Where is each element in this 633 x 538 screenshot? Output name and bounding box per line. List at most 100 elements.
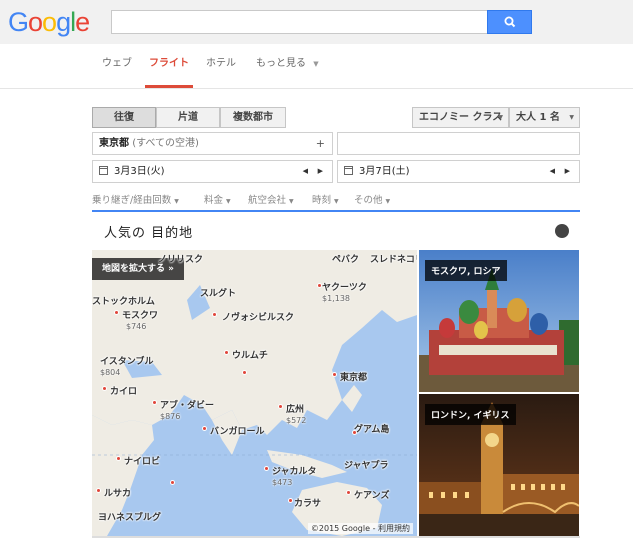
search-input[interactable] [111, 10, 488, 34]
filter-price[interactable]: 料金 ▼ [204, 192, 231, 206]
cabin-label: エコノミー クラス [419, 112, 503, 123]
caret-down-icon: ▼ [334, 198, 339, 205]
map-marker[interactable] [352, 430, 357, 435]
return-date-field[interactable]: 3月7日(土) ◀ ▶ [337, 160, 580, 183]
caret-down-icon: ▼ [226, 198, 231, 205]
trip-multicity[interactable]: 複数都市 [220, 107, 286, 128]
filter-price-label: 料金 [204, 195, 224, 206]
destination-label-moscow: モスクワ, ロシア [425, 260, 507, 281]
loading-indicator-icon [555, 224, 569, 238]
map-label[interactable]: ノリリスク [158, 252, 203, 265]
nav-hotels[interactable]: ホテル [206, 44, 236, 88]
map-label[interactable]: ジャヤプラ [344, 458, 389, 471]
popular-destinations-title: 人気の 目的地 [104, 226, 194, 241]
passenger-label: 大人 1 名 [516, 112, 560, 123]
map-label[interactable]: 広州 [286, 402, 304, 415]
nav-web[interactable]: ウェブ [102, 44, 132, 88]
caret-down-icon: ▼ [569, 114, 574, 121]
destination-card-moscow[interactable]: モスクワ, ロシア [419, 250, 579, 392]
destination-field[interactable] [337, 132, 580, 155]
caret-down-icon: ▼ [385, 198, 391, 205]
depart-date: 3月3日(火) [114, 166, 165, 177]
filter-time[interactable]: 時刻 ▼ [312, 192, 339, 206]
map-marker[interactable] [96, 488, 101, 493]
top-bar: Google [0, 0, 633, 44]
destination-card-london[interactable]: ロンドン, イギリス [419, 394, 579, 536]
map-marker[interactable] [102, 386, 107, 391]
map-price: $804 [100, 368, 121, 377]
passenger-select[interactable]: 大人 1 名 ▼ [509, 107, 580, 128]
map-marker[interactable] [116, 456, 121, 461]
caret-down-icon: ▼ [313, 60, 319, 68]
map-marker[interactable] [212, 312, 217, 317]
map-label[interactable]: ストックホルム [92, 294, 155, 307]
map-marker[interactable] [152, 400, 157, 405]
map-marker[interactable] [170, 480, 175, 485]
map-label[interactable]: モスクワ [122, 308, 158, 321]
nav-more-label: もっと見る [256, 58, 306, 69]
filter-other[interactable]: その他 ▼ [354, 192, 390, 206]
plus-icon[interactable]: + [316, 133, 325, 154]
logo-letter: o [42, 7, 57, 37]
map-label[interactable]: バンガロール [210, 424, 264, 437]
return-date: 3月7日(土) [359, 166, 410, 177]
map-marker[interactable] [317, 283, 322, 288]
logo-letter: g [56, 7, 71, 37]
origin-field[interactable]: 東京都 (すべての空港) + [92, 132, 333, 155]
map-marker[interactable] [224, 350, 229, 355]
origin-city: 東京都 [99, 138, 129, 149]
map-label[interactable]: ウルムチ [232, 348, 268, 361]
map-marker[interactable] [346, 490, 351, 495]
prev-day-icon[interactable]: ◀ [550, 161, 555, 182]
map-label[interactable]: ルサカ [104, 486, 131, 499]
google-logo[interactable]: Google [8, 6, 90, 38]
map-label[interactable]: ナイロビ [124, 454, 160, 467]
caret-down-icon: ▼ [498, 114, 503, 121]
filter-bar: 乗り継ぎ/経由回数 ▼ 料金 ▼ 航空会社 ▼ 時刻 ▼ その他 ▼ [92, 188, 580, 212]
trip-oneway[interactable]: 片道 [156, 107, 220, 128]
map-label[interactable]: ジャカルタ [272, 464, 317, 477]
destination-label-london: ロンドン, イギリス [425, 404, 516, 425]
map-attribution[interactable]: ©2015 Google - 利用規約 [307, 523, 413, 534]
filter-other-label: その他 [354, 195, 383, 206]
map-label[interactable]: ヨハネスブルグ [98, 510, 161, 523]
cabin-select[interactable]: エコノミー クラス ▼ [412, 107, 509, 128]
nav-more[interactable]: もっと見る ▼ [256, 44, 319, 88]
map-label[interactable]: ヤクーツク [322, 280, 367, 293]
map-marker[interactable] [242, 370, 247, 375]
map-label[interactable]: カイロ [110, 384, 137, 397]
map-label[interactable]: アブ・ダビー [160, 398, 214, 411]
logo-letter: o [28, 7, 43, 37]
map-price: $473 [272, 478, 293, 487]
map-marker[interactable] [264, 466, 269, 471]
map-label[interactable]: カラサ [294, 496, 321, 509]
filter-airline[interactable]: 航空会社 ▼ [248, 192, 294, 206]
destinations-map[interactable]: 地図を拡大する » ノリリスク ペバク スレドネコリムスク ヤクーツク $1,1… [92, 250, 417, 536]
map-label[interactable]: グアム島 [354, 422, 389, 435]
filter-time-label: 時刻 [312, 195, 332, 206]
map-marker[interactable] [332, 372, 337, 377]
filter-airline-label: 航空会社 [248, 195, 287, 206]
next-day-icon[interactable]: ▶ [565, 161, 570, 182]
calendar-icon [99, 166, 108, 175]
search-button[interactable] [487, 10, 532, 34]
map-label[interactable]: ノヴォシビルスク [222, 310, 294, 323]
prev-day-icon[interactable]: ◀ [303, 161, 308, 182]
trip-round[interactable]: 往復 [92, 107, 156, 128]
map-label[interactable]: イスタンブル [100, 354, 153, 367]
map-marker[interactable] [202, 426, 207, 431]
vertical-nav: ウェブ フライト ホテル もっと見る ▼ [0, 44, 633, 89]
map-label[interactable]: スレドネコリムスク [370, 252, 417, 265]
depart-date-field[interactable]: 3月3日(火) ◀ ▶ [92, 160, 333, 183]
map-label[interactable]: スルグト [200, 286, 236, 299]
filter-stops[interactable]: 乗り継ぎ/経由回数 ▼ [92, 192, 179, 206]
map-label[interactable]: 東京都 [340, 370, 367, 383]
nav-flights[interactable]: フライト [145, 44, 193, 88]
map-label[interactable]: ケアンズ [354, 488, 389, 501]
map-price: $1,138 [322, 294, 350, 303]
map-label[interactable]: ペバク [332, 252, 359, 265]
map-marker[interactable] [114, 310, 119, 315]
map-marker[interactable] [278, 404, 283, 409]
map-marker[interactable] [288, 498, 293, 503]
next-day-icon[interactable]: ▶ [318, 161, 323, 182]
